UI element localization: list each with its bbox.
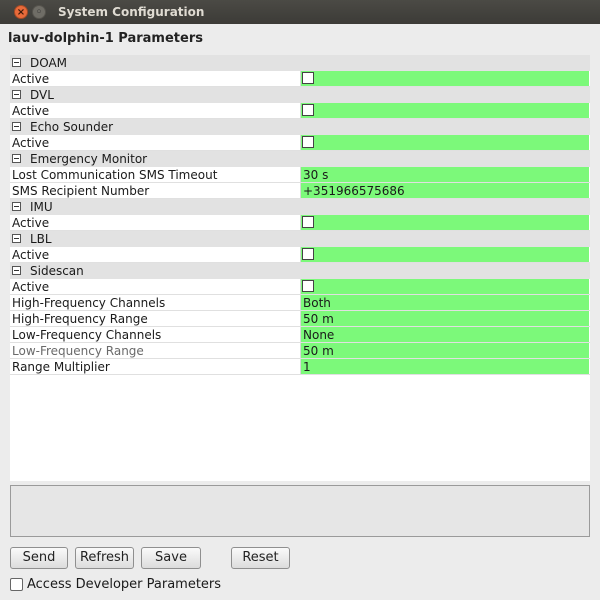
section-header[interactable]: Emergency Monitor xyxy=(10,151,590,167)
parameter-value-cell[interactable] xyxy=(300,247,589,262)
parameters-table: DOAM Active DVL Active Echo Sounder Active Eme… xyxy=(10,55,590,481)
parameter-value-cell[interactable] xyxy=(300,135,589,150)
parameter-value-cell[interactable]: None xyxy=(300,327,589,342)
developer-parameters-label: Access Developer Parameters xyxy=(27,577,222,592)
parameter-row: Active xyxy=(10,215,590,231)
collapse-icon[interactable] xyxy=(12,90,21,99)
parameter-row: High-Frequency Channels Both xyxy=(10,295,590,311)
parameter-row: Active xyxy=(10,135,590,151)
collapse-icon[interactable] xyxy=(12,154,21,163)
parameter-row: Active xyxy=(10,71,590,87)
send-button[interactable]: Send xyxy=(10,547,68,569)
parameter-row: Range Multiplier 1 xyxy=(10,359,590,375)
parameter-value-cell[interactable]: +351966575686 xyxy=(300,183,589,198)
title-bar: × ◦ System Configuration xyxy=(0,0,600,24)
section-label: IMU xyxy=(30,200,53,214)
section-header[interactable]: LBL xyxy=(10,231,590,247)
section-label: LBL xyxy=(30,232,52,246)
parameter-value[interactable]: None xyxy=(303,328,334,342)
active-checkbox[interactable] xyxy=(302,280,314,292)
parameter-row: Active xyxy=(10,279,590,295)
parameter-value[interactable]: +351966575686 xyxy=(303,184,405,198)
parameter-name: SMS Recipient Number xyxy=(12,184,150,198)
collapse-icon[interactable] xyxy=(12,58,21,67)
parameter-name: High-Frequency Channels xyxy=(12,296,166,310)
reset-button[interactable]: Reset xyxy=(231,547,290,569)
parameter-value[interactable]: 30 s xyxy=(303,168,328,182)
parameter-value-cell[interactable] xyxy=(300,103,589,118)
parameter-value[interactable]: 1 xyxy=(303,360,311,374)
parameter-row: Lost Communication SMS Timeout 30 s xyxy=(10,167,590,183)
developer-parameters-checkbox[interactable] xyxy=(10,578,23,591)
section-label: Emergency Monitor xyxy=(30,152,148,166)
parameter-value-cell[interactable] xyxy=(300,215,589,230)
section-label: DOAM xyxy=(30,56,68,70)
parameter-row: Low-Frequency Range 50 m xyxy=(10,343,590,359)
section-header[interactable]: DVL xyxy=(10,87,590,103)
parameter-name: Low-Frequency Range xyxy=(12,344,144,358)
active-checkbox[interactable] xyxy=(302,72,314,84)
parameter-name: Active xyxy=(12,216,50,230)
parameter-name: Active xyxy=(12,136,50,150)
parameter-name: Active xyxy=(12,248,50,262)
page-title: lauv-dolphin-1 Parameters xyxy=(8,31,203,46)
maximize-icon[interactable]: ◦ xyxy=(32,5,46,19)
parameter-value-cell[interactable]: 50 m xyxy=(300,343,589,358)
parameter-value[interactable]: Both xyxy=(303,296,331,310)
collapse-icon[interactable] xyxy=(12,266,21,275)
section-label: DVL xyxy=(30,88,54,102)
parameter-value[interactable]: 50 m xyxy=(303,312,334,326)
parameter-row: High-Frequency Range 50 m xyxy=(10,311,590,327)
active-checkbox[interactable] xyxy=(302,248,314,260)
section-label: Echo Sounder xyxy=(30,120,114,134)
parameter-value-cell[interactable] xyxy=(300,279,589,294)
parameter-value-cell[interactable]: 50 m xyxy=(300,311,589,326)
description-box xyxy=(10,485,590,537)
parameter-row: Active xyxy=(10,247,590,263)
section-header[interactable]: Echo Sounder xyxy=(10,119,590,135)
collapse-icon[interactable] xyxy=(12,234,21,243)
parameter-value-cell[interactable]: 1 xyxy=(300,359,589,374)
parameter-value[interactable]: 50 m xyxy=(303,344,334,358)
window-title: System Configuration xyxy=(58,5,205,19)
active-checkbox[interactable] xyxy=(302,104,314,116)
collapse-icon[interactable] xyxy=(12,122,21,131)
collapse-icon[interactable] xyxy=(12,202,21,211)
parameter-row: Low-Frequency Channels None xyxy=(10,327,590,343)
section-header[interactable]: DOAM xyxy=(10,55,590,71)
parameter-value-cell[interactable] xyxy=(300,71,589,86)
active-checkbox[interactable] xyxy=(302,216,314,228)
section-header[interactable]: IMU xyxy=(10,199,590,215)
parameter-name: Active xyxy=(12,104,50,118)
parameter-name: Lost Communication SMS Timeout xyxy=(12,168,218,182)
refresh-button[interactable]: Refresh xyxy=(75,547,134,569)
parameter-row: Active xyxy=(10,103,590,119)
close-icon[interactable]: × xyxy=(14,5,28,19)
parameter-value-cell[interactable]: Both xyxy=(300,295,589,310)
active-checkbox[interactable] xyxy=(302,136,314,148)
parameter-name: Low-Frequency Channels xyxy=(12,328,162,342)
section-header[interactable]: Sidescan xyxy=(10,263,590,279)
save-button[interactable]: Save xyxy=(141,547,201,569)
parameter-row: SMS Recipient Number +351966575686 xyxy=(10,183,590,199)
parameter-name: Range Multiplier xyxy=(12,360,110,374)
parameter-value-cell[interactable]: 30 s xyxy=(300,167,589,182)
section-label: Sidescan xyxy=(30,264,84,278)
parameter-name: High-Frequency Range xyxy=(12,312,148,326)
parameter-name: Active xyxy=(12,72,50,86)
parameter-name: Active xyxy=(12,280,50,294)
